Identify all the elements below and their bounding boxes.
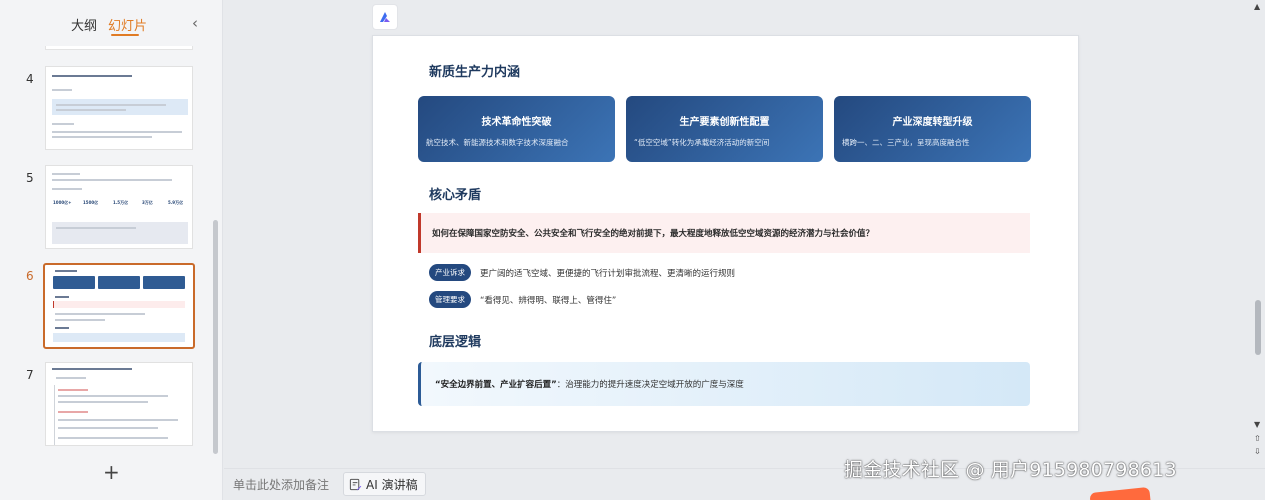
thumbnail-stat: 1500亿 (83, 200, 99, 205)
thumbnail-number: 5 (26, 171, 34, 185)
slide-panel: 大纲 幻灯片 ‹ 4 5 1000亿+ 1500亿 1.5万亿 3万亿 5.9万… (0, 0, 223, 500)
editor-area: 新质生产力内涵 技术革命性突破 航空技术、新能源技术和数字技术深度融合 生产要素… (224, 0, 1265, 500)
notes-input[interactable]: 单击此处添加备注 (233, 476, 329, 493)
thumbnail-row: 5 1000亿+ 1500亿 1.5万亿 3万亿 5.9万亿 (0, 165, 212, 251)
demand-text: 更广阔的适飞空域、更便捷的飞行计划审批流程、更清晰的运行规则 (480, 269, 736, 279)
card-title: 产业深度转型升级 (892, 117, 973, 128)
panel-scrollbar[interactable] (213, 220, 218, 454)
card-title: 技术革命性突破 (481, 117, 552, 128)
ai-script-label: AI 演讲稿 (366, 477, 418, 492)
card-description: “低空空域”转化为承载经济活动的新空间 (634, 138, 770, 147)
add-slide-button[interactable]: + (103, 460, 120, 484)
concept-card: 技术革命性突破 航空技术、新能源技术和数字技术深度融合 (418, 96, 615, 162)
edit-script-icon (349, 478, 362, 490)
chevron-left-icon[interactable]: ‹ (192, 14, 198, 32)
demand-text: “看得见、辨得明、联得上、管得住” (480, 296, 617, 306)
scroll-down-icon[interactable]: ▼ (1254, 420, 1260, 429)
previous-slide-icon[interactable]: ⇧ (1254, 434, 1261, 443)
demand-tag: 产业诉求 (429, 264, 471, 281)
slide-thumbnail-6-active[interactable] (43, 263, 195, 349)
watermark: 掘金技术社区 @ 用户915980798613 (844, 459, 1177, 481)
conflict-question: 如何在保障国家空防安全、公共安全和飞行安全的绝对前提下，最大程度地释放低空空域资… (432, 229, 875, 239)
concept-card: 产业深度转型升级 横跨一、二、三产业，呈现高度融合性 (834, 96, 1031, 162)
logic-detail: ：治理能力的提升速度决定空域开放的广度与深度 (556, 380, 744, 390)
section-title: 新质生产力内涵 (429, 65, 521, 80)
ai-script-button[interactable]: AI 演讲稿 (343, 472, 426, 496)
demand-tag: 管理要求 (429, 291, 471, 308)
logic-emphasis: “安全边界前置、产业扩容后置” (435, 380, 557, 390)
card-title: 生产要素创新性配置 (679, 117, 770, 128)
thumbnail-number: 4 (26, 72, 34, 86)
thumbnail-number: 7 (26, 368, 34, 382)
concept-card: 生产要素创新性配置 “低空空域”转化为承载经济活动的新空间 (626, 96, 823, 162)
thumbnail-stat: 1000亿+ (53, 200, 72, 205)
slide-thumbnail-4[interactable] (45, 66, 193, 150)
conflict-callout: 如何在保障国家空防安全、公共安全和飞行安全的绝对前提下，最大程度地释放低空空域资… (418, 213, 1030, 253)
slide-thumbnail-5[interactable]: 1000亿+ 1500亿 1.5万亿 3万亿 5.9万亿 (45, 165, 193, 249)
next-slide-icon[interactable]: ⇩ (1254, 447, 1261, 456)
scrollbar-thumb[interactable] (1255, 300, 1261, 355)
previous-thumbnail-edge (45, 46, 193, 50)
thumbnail-row: 7 (0, 362, 212, 448)
thumbnail-row: 6 (0, 263, 212, 351)
scroll-up-icon[interactable]: ▲ (1254, 2, 1260, 11)
thumbnail-stat: 1.5万亿 (113, 200, 129, 205)
thumbnail-stat: 5.9万亿 (168, 200, 184, 205)
logic-text: “安全边界前置、产业扩容后置”：治理能力的提升速度决定空域开放的广度与深度 (435, 378, 744, 390)
card-description: 航空技术、新能源技术和数字技术深度融合 (426, 138, 569, 147)
thumbnail-number: 6 (26, 269, 34, 283)
app-logo-icon (372, 4, 398, 30)
logic-callout: “安全边界前置、产业扩容后置”：治理能力的提升速度决定空域开放的广度与深度 (418, 362, 1030, 406)
tab-outline[interactable]: 大纲 (71, 15, 97, 34)
card-description: 横跨一、二、三产业，呈现高度融合性 (842, 138, 970, 147)
thumbnail-row: 4 (0, 66, 212, 152)
active-tab-indicator (111, 34, 139, 36)
panel-tabs: 大纲 幻灯片 ‹ (0, 0, 223, 46)
slide-thumbnail-7[interactable] (45, 362, 193, 446)
editor-scrollbar[interactable]: ▲ ▼ ⇧ ⇩ (1252, 0, 1265, 470)
tab-slides[interactable]: 幻灯片 (108, 15, 147, 34)
slide-canvas[interactable]: 新质生产力内涵 技术革命性突破 航空技术、新能源技术和数字技术深度融合 生产要素… (372, 35, 1079, 432)
thumbnail-stat: 3万亿 (142, 200, 153, 205)
section-title: 底层逻辑 (429, 335, 482, 350)
section-title: 核心矛盾 (429, 188, 482, 203)
